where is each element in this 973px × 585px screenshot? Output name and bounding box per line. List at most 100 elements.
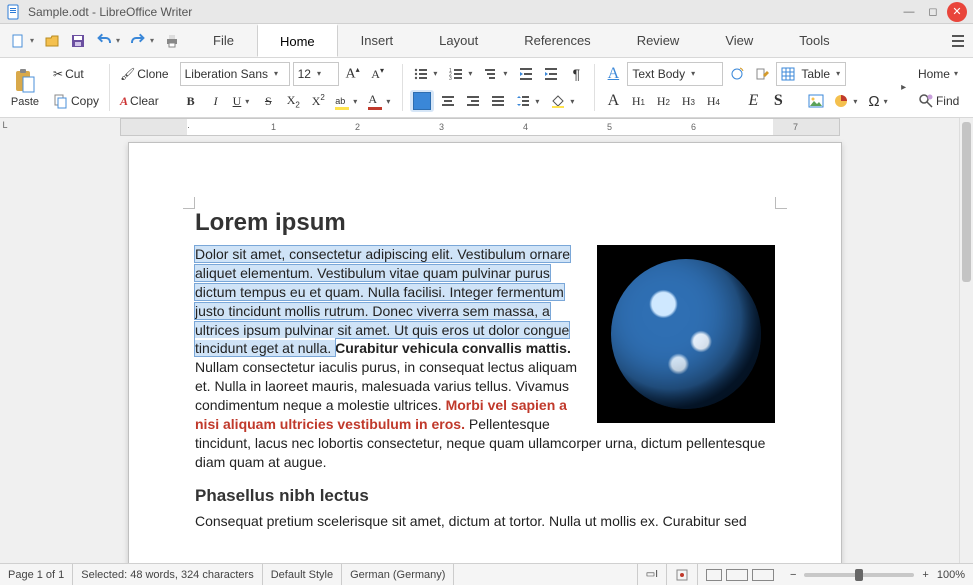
insert-special-char-button[interactable]: Ω▾ <box>865 90 892 112</box>
vertical-scrollbar[interactable] <box>959 118 973 563</box>
subscript-button[interactable]: X2 <box>282 90 304 112</box>
zoom-value[interactable]: 100% <box>937 569 965 581</box>
scrollbar-thumb[interactable] <box>962 122 971 282</box>
highlight-color-button[interactable]: ab▾ <box>332 90 362 112</box>
status-insert-mode[interactable]: ▭I <box>637 564 667 585</box>
quick-access-toolbar: ▾ ▾ ▾ <box>0 24 190 57</box>
superscript-button[interactable]: X2 <box>307 90 329 112</box>
tab-file[interactable]: File <box>190 24 257 57</box>
open-button[interactable] <box>40 29 64 53</box>
update-style-button[interactable]: A <box>602 63 624 85</box>
table-menu[interactable]: Table▾ <box>776 62 846 86</box>
new-document-button[interactable] <box>6 29 30 53</box>
tab-view[interactable]: View <box>702 24 776 57</box>
new-document-dropdown[interactable]: ▾ <box>30 36 38 45</box>
style-value: Text Body <box>632 67 685 81</box>
multi-page-view-button[interactable] <box>726 569 748 581</box>
document-heading1[interactable]: Lorem ipsum <box>195 209 775 237</box>
find-button[interactable]: Find <box>915 90 962 112</box>
char-style-A-button[interactable]: A <box>602 90 624 112</box>
svg-text:3: 3 <box>449 76 452 82</box>
superscript-icon: X2 <box>312 93 325 109</box>
bullet-list-button[interactable]: ▾ <box>410 63 442 85</box>
document-heading2[interactable]: Phasellus nibh lectus <box>195 486 775 506</box>
line-spacing-button[interactable]: ▾ <box>512 90 544 112</box>
zoom-slider[interactable] <box>804 573 914 577</box>
single-page-view-button[interactable] <box>706 569 722 581</box>
align-center-button[interactable] <box>437 90 459 112</box>
status-selection[interactable]: Selected: 48 words, 324 characters <box>73 564 262 585</box>
cut-button[interactable]: ✂ Cut <box>50 63 87 85</box>
tab-insert[interactable]: Insert <box>338 24 417 57</box>
document-viewport[interactable]: · 1 2 3 4 5 6 7 Lorem ipsum Dolor sit am… <box>10 118 959 563</box>
new-style-button[interactable] <box>726 63 748 85</box>
clone-formatting-button[interactable]: 🖌 Clone <box>117 63 172 85</box>
redo-button[interactable] <box>126 29 150 53</box>
pilcrow-button[interactable]: ¶ <box>565 63 587 85</box>
bold-icon: B <box>187 94 195 109</box>
tab-home[interactable]: Home <box>257 24 338 57</box>
page-canvas[interactable]: Lorem ipsum Dolor sit amet, consectetur … <box>128 142 842 563</box>
outline-list-button[interactable]: ▾ <box>480 63 512 85</box>
font-name-combo[interactable]: Liberation Sans▾ <box>180 62 290 86</box>
italic-button[interactable]: I <box>205 90 227 112</box>
home-dropdown-button[interactable]: Home▾ <box>915 63 963 85</box>
background-color-button[interactable]: ▾ <box>547 90 579 112</box>
strong-icon: S <box>774 92 783 110</box>
decrease-indent-button[interactable] <box>515 63 537 85</box>
paint-bucket-icon <box>550 93 566 109</box>
number-list-button[interactable]: 123▾ <box>445 63 477 85</box>
heading3-button[interactable]: H3 <box>677 90 699 112</box>
align-justify-button[interactable] <box>487 90 509 112</box>
emphasis-button[interactable]: E <box>742 90 764 112</box>
print-button[interactable] <box>160 29 184 53</box>
bold-span[interactable]: Curabitur vehicula convallis mattis. <box>335 340 571 356</box>
tab-tools[interactable]: Tools <box>776 24 852 57</box>
heading4-button[interactable]: H4 <box>702 90 724 112</box>
menu-hamburger-button[interactable] <box>943 24 973 57</box>
strong-button[interactable]: S <box>767 90 789 112</box>
tab-layout[interactable]: Layout <box>416 24 501 57</box>
zoom-in-button[interactable]: + <box>922 569 928 581</box>
close-button[interactable]: ✕ <box>947 2 967 22</box>
font-color-button[interactable]: A▾ <box>365 90 395 112</box>
status-style[interactable]: Default Style <box>263 564 342 585</box>
document-image-earth[interactable] <box>597 245 775 423</box>
horizontal-ruler[interactable]: · 1 2 3 4 5 6 7 <box>120 118 840 136</box>
cut-label: Cut <box>65 67 84 81</box>
underline-button[interactable]: U▾ <box>230 90 255 112</box>
align-right-button[interactable] <box>462 90 484 112</box>
paragraph-style-combo[interactable]: Text Body▾ <box>627 62 723 86</box>
insert-image-button[interactable] <box>805 90 827 112</box>
increase-indent-button[interactable] <box>540 63 562 85</box>
minimize-button[interactable]: — <box>899 2 919 22</box>
decrease-font-button[interactable]: A▾ <box>367 63 389 85</box>
status-signature[interactable] <box>667 564 698 585</box>
edit-style-button[interactable] <box>751 63 773 85</box>
font-size-combo[interactable]: 12▾ <box>293 62 339 86</box>
increase-font-button[interactable]: A▴ <box>342 63 364 85</box>
paste-button[interactable]: Paste <box>4 60 46 115</box>
maximize-button[interactable]: ◻ <box>923 2 943 22</box>
book-view-button[interactable] <box>752 569 774 581</box>
redo-dropdown[interactable]: ▾ <box>150 36 158 45</box>
insert-chart-button[interactable]: ▾ <box>830 90 862 112</box>
tab-review[interactable]: Review <box>614 24 703 57</box>
strikethrough-button[interactable]: S <box>257 90 279 112</box>
heading1-button[interactable]: H1 <box>627 90 649 112</box>
zoom-slider-knob[interactable] <box>855 569 863 581</box>
status-language[interactable]: German (Germany) <box>342 564 454 585</box>
bold-button[interactable]: B <box>180 90 202 112</box>
clear-formatting-button[interactable]: A Clear <box>117 90 162 112</box>
undo-button[interactable] <box>92 29 116 53</box>
align-left-button[interactable] <box>410 90 434 112</box>
ribbon-overflow-button[interactable]: ▸ <box>897 60 911 115</box>
copy-button[interactable]: Copy <box>50 90 102 112</box>
tab-references[interactable]: References <box>501 24 613 57</box>
save-button[interactable] <box>66 29 90 53</box>
zoom-out-button[interactable]: − <box>790 569 796 581</box>
heading2-button[interactable]: H2 <box>652 90 674 112</box>
document-paragraph-2[interactable]: Consequat pretium scelerisque sit amet, … <box>195 512 775 531</box>
status-page[interactable]: Page 1 of 1 <box>0 564 73 585</box>
undo-dropdown[interactable]: ▾ <box>116 36 124 45</box>
